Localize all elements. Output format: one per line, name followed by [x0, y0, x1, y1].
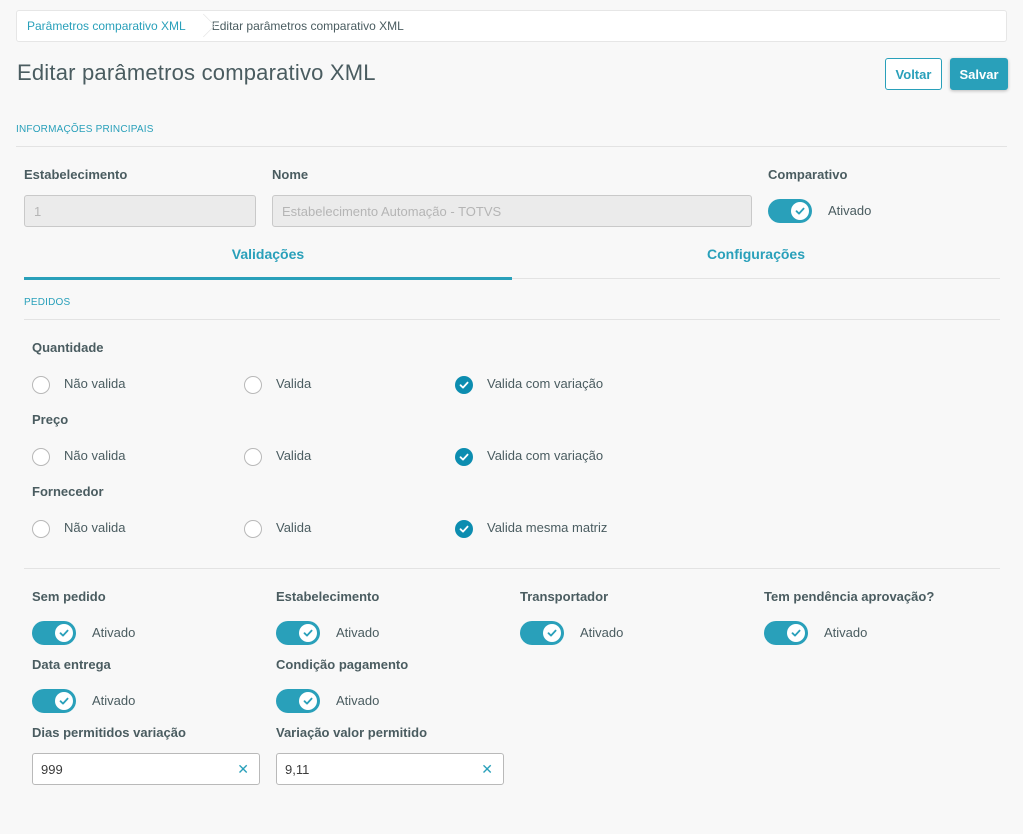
main-info-divider	[16, 146, 1007, 147]
delivery-date-switch[interactable]	[32, 689, 76, 713]
payment-condition-label: Condição pagamento	[276, 657, 409, 672]
price-radio-no-validate[interactable]	[32, 448, 50, 466]
breadcrumb: Parâmetros comparativo XML Editar parâme…	[16, 10, 1007, 42]
value-variation-input[interactable]: 9,11 ✕	[276, 753, 504, 785]
price-option-label: Valida	[276, 448, 312, 463]
establishment-label: Estabelecimento	[24, 167, 128, 182]
delivery-date-label: Data entrega	[32, 657, 111, 672]
comparative-state: Ativado	[828, 203, 872, 218]
breadcrumb-link-parameters[interactable]: Parâmetros comparativo XML	[17, 11, 196, 41]
check-icon	[787, 624, 805, 642]
pending-approval-switch[interactable]	[764, 621, 808, 645]
quantity-radio-no-validate[interactable]	[32, 376, 50, 394]
supplier-option-label: Não valida	[64, 520, 126, 535]
comparative-label: Comparativo	[768, 167, 848, 182]
comparative-switch[interactable]	[768, 199, 812, 223]
establishment-switch[interactable]	[276, 621, 320, 645]
pending-approval-label: Tem pendência aprovação?	[764, 589, 935, 604]
price-option-label: Não valida	[64, 448, 126, 463]
check-icon	[55, 624, 73, 642]
name-label: Nome	[272, 167, 309, 182]
days-variation-value: 999	[41, 761, 63, 777]
supplier-radio-same-parent[interactable]	[455, 520, 473, 538]
quantity-radio-validate-variation[interactable]	[455, 376, 473, 394]
check-icon	[299, 692, 317, 710]
name-field: Estabelecimento Automação - TOTVS	[272, 195, 752, 227]
quantity-group-label: Quantidade	[32, 340, 104, 355]
check-icon	[459, 525, 469, 533]
supplier-option-label: Valida	[276, 520, 312, 535]
check-icon	[459, 381, 469, 389]
breadcrumb-current: Editar parâmetros comparativo XML	[211, 19, 404, 33]
check-icon	[459, 453, 469, 461]
tab-settings[interactable]: Configurações	[512, 246, 1000, 280]
pending-approval-state: Ativado	[824, 625, 868, 640]
breadcrumb-separator	[196, 11, 204, 41]
clear-icon[interactable]: ✕	[237, 761, 249, 777]
quantity-radio-validate[interactable]	[244, 376, 262, 394]
price-group-label: Preço	[32, 412, 69, 427]
value-variation-value: 9,11	[285, 761, 310, 777]
no-order-switch[interactable]	[32, 621, 76, 645]
payment-condition-state: Ativado	[336, 693, 380, 708]
quantity-option-label: Valida com variação	[487, 376, 604, 391]
quantity-option-label: Não valida	[64, 376, 126, 391]
tab-validations[interactable]: Validações	[24, 246, 512, 280]
price-option-label: Valida com variação	[487, 448, 604, 463]
check-icon	[543, 624, 561, 642]
value-variation-label: Variação valor permitido	[276, 725, 428, 740]
tabs-divider	[512, 278, 1000, 279]
check-icon	[55, 692, 73, 710]
carrier-state: Ativado	[580, 625, 624, 640]
carrier-label: Transportador	[520, 589, 609, 604]
save-button[interactable]: Salvar	[950, 58, 1008, 90]
establishment-field: 1	[24, 195, 256, 227]
establishment-switch-label: Estabelecimento	[276, 589, 380, 604]
clear-icon[interactable]: ✕	[481, 761, 493, 777]
check-icon	[791, 202, 809, 220]
orders-section-title: PEDIDOS	[24, 297, 71, 308]
delivery-date-state: Ativado	[92, 693, 136, 708]
supplier-radio-validate[interactable]	[244, 520, 262, 538]
orders-divider	[24, 319, 1000, 320]
price-radio-validate-variation[interactable]	[455, 448, 473, 466]
quantity-option-label: Valida	[276, 376, 312, 391]
switches-divider	[24, 568, 1000, 569]
supplier-group-label: Fornecedor	[32, 484, 104, 499]
payment-condition-switch[interactable]	[276, 689, 320, 713]
price-radio-validate[interactable]	[244, 448, 262, 466]
supplier-radio-no-validate[interactable]	[32, 520, 50, 538]
main-info-section-title: INFORMAÇÕES PRINCIPAIS	[16, 124, 154, 135]
days-variation-input[interactable]: 999 ✕	[32, 753, 260, 785]
back-button[interactable]: Voltar	[885, 58, 942, 90]
check-icon	[299, 624, 317, 642]
supplier-option-label: Valida mesma matriz	[487, 520, 608, 535]
carrier-switch[interactable]	[520, 621, 564, 645]
page-title: Editar parâmetros comparativo XML	[17, 60, 376, 85]
establishment-switch-state: Ativado	[336, 625, 380, 640]
no-order-state: Ativado	[92, 625, 136, 640]
days-variation-label: Dias permitidos variação	[32, 725, 186, 740]
no-order-label: Sem pedido	[32, 589, 106, 604]
